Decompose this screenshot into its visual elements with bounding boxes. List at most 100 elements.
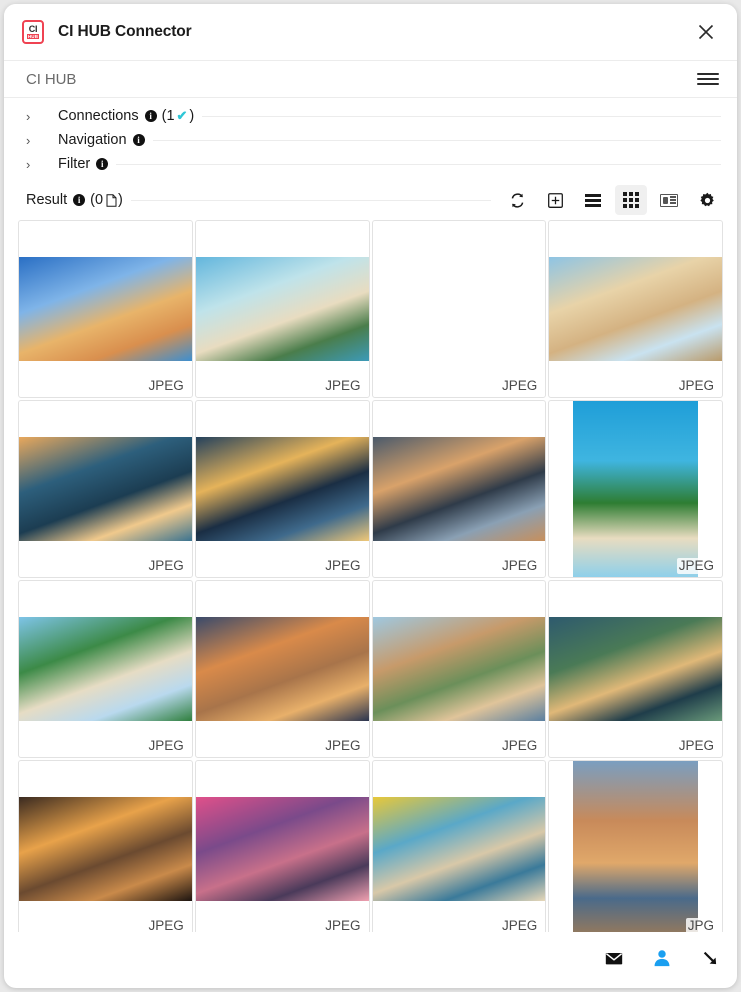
asset-format-label: JPEG xyxy=(499,378,540,394)
refresh-icon xyxy=(511,192,523,208)
asset-card[interactable]: JPEG xyxy=(18,400,193,578)
asset-thumbnail xyxy=(195,437,369,541)
asset-card[interactable]: JPEG xyxy=(18,220,193,398)
navigation-label: Navigation xyxy=(58,132,127,148)
asset-thumbnail xyxy=(549,257,722,361)
sidebar-item-navigation[interactable]: › Navigation i xyxy=(4,128,737,152)
card-lines xyxy=(669,196,676,204)
filter-info-icon[interactable]: i xyxy=(96,158,109,170)
list-row xyxy=(585,193,601,197)
card-avatar xyxy=(662,196,668,204)
settings-button[interactable] xyxy=(691,185,723,215)
chevron-right-icon: › xyxy=(26,132,31,148)
asset-thumbnail xyxy=(549,617,722,721)
asset-card[interactable]: JPEG xyxy=(371,400,547,578)
result-info-icon[interactable]: i xyxy=(73,194,86,206)
asset-format-label: JPEG xyxy=(499,918,540,932)
asset-card[interactable]: JPEG xyxy=(194,400,370,578)
logo-ci-text: CI xyxy=(28,24,38,34)
result-count: (0 ) xyxy=(90,192,123,208)
asset-format-label: JPEG xyxy=(146,558,186,574)
add-asset-button[interactable] xyxy=(539,185,571,215)
asset-thumbnail xyxy=(19,797,192,901)
asset-format-label: JPEG xyxy=(146,918,186,932)
asset-card[interactable]: JPEG xyxy=(194,220,370,398)
connections-count-close: ) xyxy=(189,108,195,124)
asset-format-label: JPG xyxy=(685,918,716,932)
page-title: CI HUB Connector xyxy=(58,23,192,40)
navigation-info-icon[interactable]: i xyxy=(132,134,145,146)
envelope-icon xyxy=(605,953,623,965)
ci-hub-logo: CI HUB xyxy=(22,20,44,44)
list-row xyxy=(585,203,601,207)
sidebar-item-connections[interactable]: › Connections i (1 ✔ ) xyxy=(4,104,737,128)
asset-thumbnail xyxy=(19,437,192,541)
resize-arrow-icon xyxy=(703,951,717,965)
result-label: Result xyxy=(26,192,68,208)
asset-format-label: JPEG xyxy=(323,558,363,574)
connections-count-open: (1 xyxy=(161,108,175,124)
connections-label: Connections xyxy=(58,108,139,124)
asset-card[interactable]: JPEG xyxy=(194,580,370,758)
asset-card[interactable]: JPEG xyxy=(18,580,193,758)
asset-format-label: JPEG xyxy=(323,378,363,394)
logo-hub-text: HUB xyxy=(26,34,40,39)
account-button[interactable] xyxy=(649,945,675,971)
card-icon xyxy=(660,193,678,207)
close-button[interactable] xyxy=(691,17,721,47)
user-icon xyxy=(654,950,670,967)
result-toolbar-row: Result i (0 ) xyxy=(4,180,737,220)
mail-button[interactable] xyxy=(601,945,627,971)
asset-card[interactable]: JPEG xyxy=(371,220,547,398)
connections-info-icon[interactable]: i xyxy=(144,110,157,122)
panel-subheader: CI HUB xyxy=(4,61,737,98)
asset-results-grid[interactable]: JPEG JPEG JPEG JPEG JPEG JPEG JPEG JPEG JPEG JPEG… xyxy=(4,220,737,932)
asset-format-label: JPEG xyxy=(323,918,363,932)
section-divider xyxy=(116,163,721,165)
result-count-close: ) xyxy=(118,192,123,208)
asset-card[interactable]: JPG xyxy=(548,760,723,932)
grid-view-button[interactable] xyxy=(615,185,647,215)
panel-sections: › Connections i (1 ✔ ) › Navigation i › … xyxy=(4,98,737,176)
hamburger-line xyxy=(697,83,719,85)
view-toolbar xyxy=(501,185,723,215)
asset-card[interactable]: JPEG xyxy=(194,760,370,932)
asset-format-label: JPEG xyxy=(676,738,716,754)
refresh-button[interactable] xyxy=(501,185,533,215)
asset-format-label: JPEG xyxy=(146,378,186,394)
hamburger-line xyxy=(697,78,719,80)
list-view-button[interactable] xyxy=(577,185,609,215)
grid-icon xyxy=(623,192,639,208)
asset-thumbnail xyxy=(372,617,546,721)
section-divider xyxy=(152,139,721,141)
document-icon xyxy=(106,193,117,207)
asset-thumbnail xyxy=(573,401,698,577)
asset-thumbnail xyxy=(573,761,698,932)
asset-thumbnail xyxy=(19,617,192,721)
list-row xyxy=(585,198,601,202)
asset-thumbnail xyxy=(373,257,546,361)
card-view-button[interactable] xyxy=(653,185,685,215)
status-footer xyxy=(4,932,737,988)
asset-card[interactable]: JPEG xyxy=(548,580,723,758)
chevron-right-icon: › xyxy=(26,156,31,172)
sidebar-item-filter[interactable]: › Filter i xyxy=(4,152,737,176)
asset-card[interactable]: JPEG xyxy=(18,760,193,932)
close-icon xyxy=(698,24,714,40)
asset-card[interactable]: JPEG xyxy=(371,580,547,758)
resize-handle[interactable] xyxy=(697,945,723,971)
asset-card[interactable]: JPEG xyxy=(548,400,723,578)
asset-thumbnail xyxy=(195,617,369,721)
section-divider xyxy=(202,115,721,117)
asset-format-label: JPEG xyxy=(676,558,716,574)
hamburger-line xyxy=(697,73,719,75)
asset-thumbnail xyxy=(195,797,369,901)
asset-thumbnail xyxy=(372,797,546,901)
asset-card[interactable]: JPEG xyxy=(548,220,723,398)
asset-format-label: JPEG xyxy=(323,738,363,754)
asset-card[interactable]: JPEG xyxy=(371,760,547,932)
hamburger-menu-icon[interactable] xyxy=(697,70,719,88)
asset-format-label: JPEG xyxy=(676,378,716,394)
asset-format-label: JPEG xyxy=(499,558,540,574)
chevron-right-icon: › xyxy=(26,108,31,124)
